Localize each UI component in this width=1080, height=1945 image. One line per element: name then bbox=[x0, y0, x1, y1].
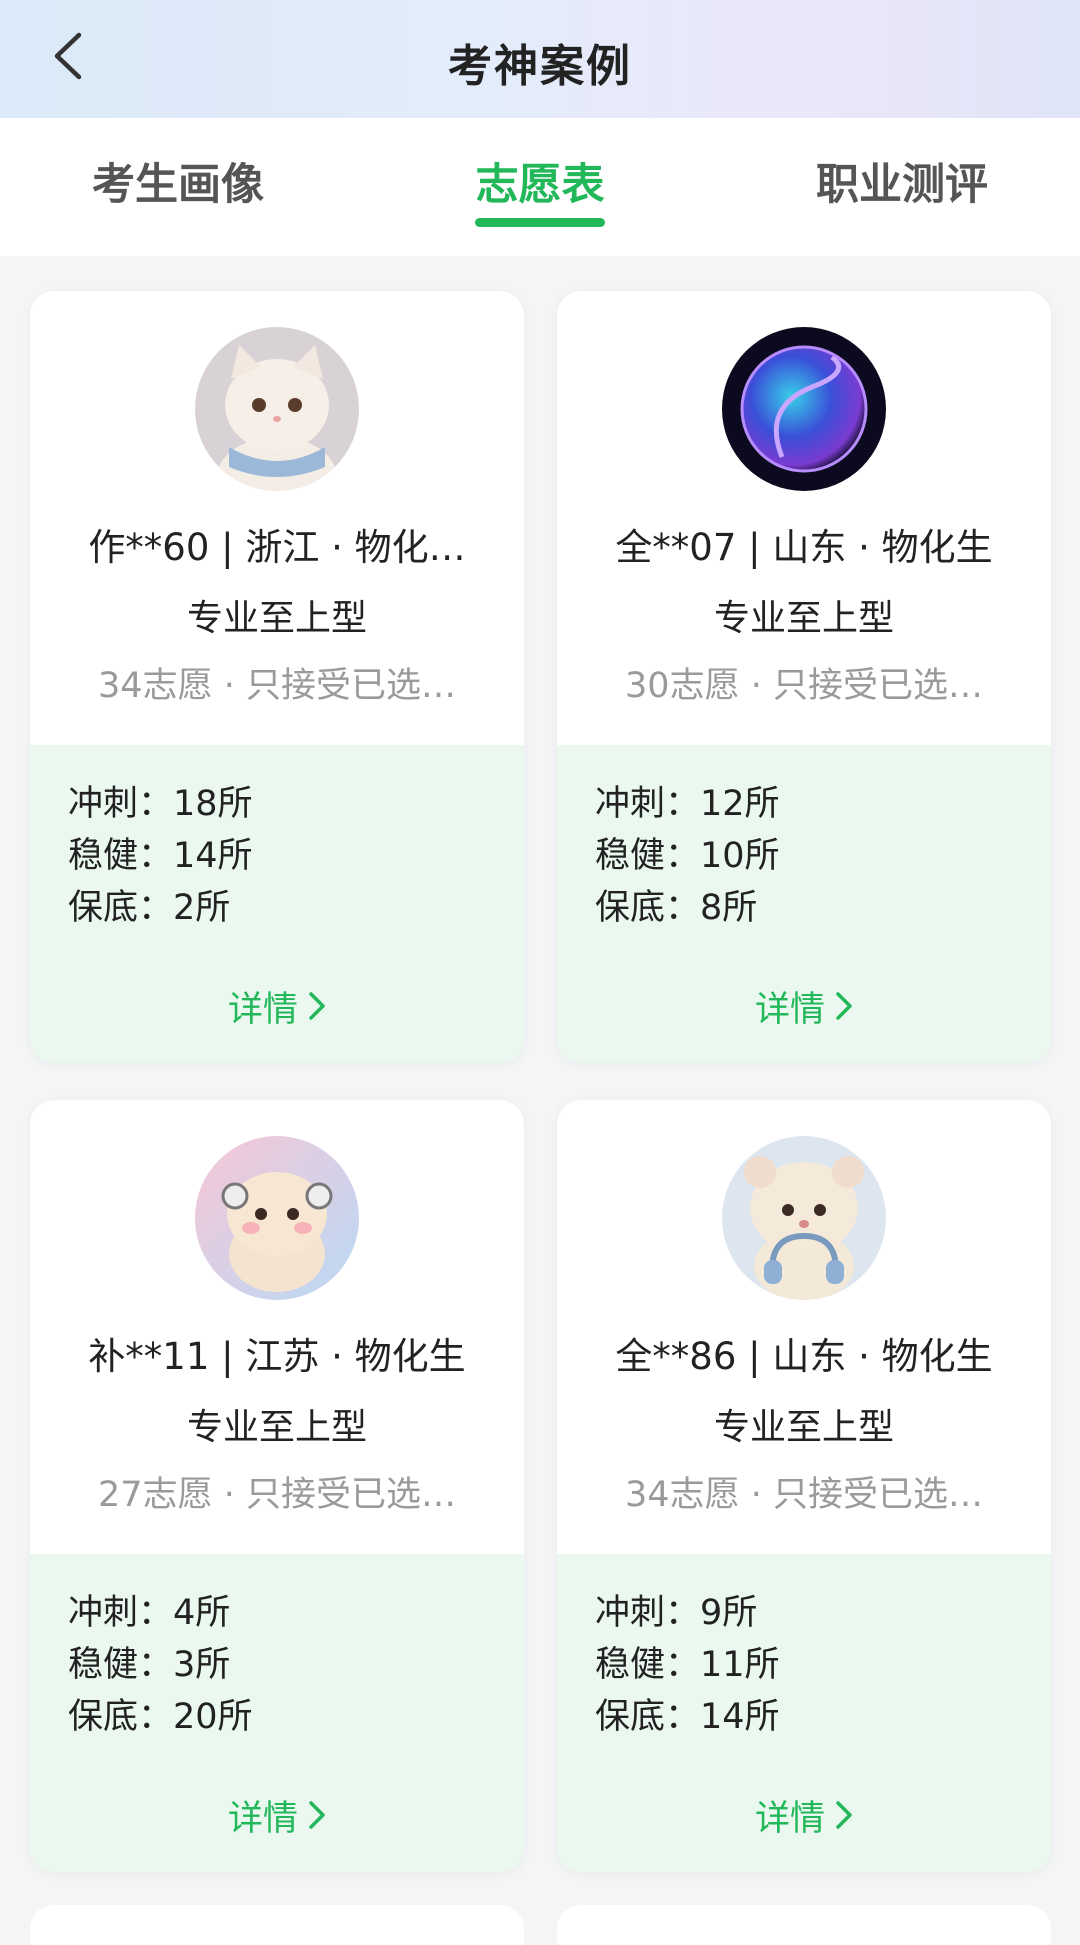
chevron-right-icon bbox=[835, 990, 853, 1030]
tab-bar: 考生画像 志愿表 职业测评 bbox=[0, 118, 1080, 256]
student-info: 补**11 | 江苏 · 物化生 bbox=[88, 1335, 466, 1378]
safety-count: 保底：2所 bbox=[68, 888, 231, 928]
match-count: 稳健：3所 bbox=[68, 1645, 231, 1685]
application-summary: 27志愿 · 只接受已选… bbox=[98, 1475, 456, 1515]
next-card-peek bbox=[30, 1905, 524, 1945]
detail-link[interactable]: 详情 bbox=[30, 981, 524, 1032]
avatar bbox=[722, 327, 886, 491]
chevron-right-icon bbox=[308, 1799, 326, 1839]
case-card[interactable]: 补**11 | 江苏 · 物化生 专业至上型 27志愿 · 只接受已选… 冲刺：… bbox=[30, 1100, 524, 1872]
avatar bbox=[195, 1136, 359, 1300]
student-info: 作**60 | 浙江 · 物化… bbox=[88, 526, 466, 569]
student-type: 专业至上型 bbox=[186, 1407, 367, 1448]
safety-count: 保底：8所 bbox=[595, 888, 758, 928]
student-type: 专业至上型 bbox=[713, 598, 894, 639]
next-card-peek bbox=[557, 1905, 1051, 1945]
detail-label: 详情 bbox=[754, 1799, 825, 1839]
student-info: 全**86 | 山东 · 物化生 bbox=[615, 1335, 993, 1378]
tab-student-profile[interactable]: 考生画像 bbox=[88, 150, 268, 212]
application-summary: 30志愿 · 只接受已选… bbox=[625, 666, 983, 706]
avatar bbox=[722, 1136, 886, 1300]
detail-label: 详情 bbox=[227, 990, 298, 1030]
detail-label: 详情 bbox=[754, 990, 825, 1030]
orb-avatar-icon bbox=[722, 327, 886, 491]
tab-application-form[interactable]: 志愿表 bbox=[450, 150, 630, 212]
bear-headphones-avatar-icon bbox=[722, 1136, 886, 1300]
stats-panel: 冲刺：18所 稳健：14所 保底：2所 详情 bbox=[30, 745, 524, 1063]
tab-career-assessment[interactable]: 职业测评 bbox=[812, 150, 992, 212]
stats-panel: 冲刺：9所 稳健：11所 保底：14所 详情 bbox=[557, 1554, 1051, 1872]
safety-count: 保底：20所 bbox=[68, 1697, 253, 1737]
stats-panel: 冲刺：4所 稳健：3所 保底：20所 详情 bbox=[30, 1554, 524, 1872]
detail-label: 详情 bbox=[227, 1799, 298, 1839]
detail-link[interactable]: 详情 bbox=[30, 1790, 524, 1841]
chevron-right-icon bbox=[835, 1799, 853, 1839]
detail-link[interactable]: 详情 bbox=[557, 981, 1051, 1032]
top-nav-bar: 考神案例 bbox=[0, 0, 1080, 118]
stats-panel: 冲刺：12所 稳健：10所 保底：8所 详情 bbox=[557, 745, 1051, 1063]
case-card[interactable]: 作**60 | 浙江 · 物化… 专业至上型 34志愿 · 只接受已选… 冲刺：… bbox=[30, 291, 524, 1063]
safety-count: 保底：14所 bbox=[595, 1697, 780, 1737]
chevron-right-icon bbox=[308, 990, 326, 1030]
hamster-avatar-icon bbox=[195, 1136, 359, 1300]
page-title: 考神案例 bbox=[448, 41, 632, 92]
case-card[interactable]: 全**07 | 山东 · 物化生 专业至上型 30志愿 · 只接受已选… 冲刺：… bbox=[557, 291, 1051, 1063]
student-type: 专业至上型 bbox=[186, 598, 367, 639]
application-summary: 34志愿 · 只接受已选… bbox=[98, 666, 456, 706]
detail-link[interactable]: 详情 bbox=[557, 1790, 1051, 1841]
reach-count: 冲刺：9所 bbox=[595, 1593, 758, 1633]
match-count: 稳健：10所 bbox=[595, 836, 780, 876]
avatar bbox=[195, 327, 359, 491]
case-card[interactable]: 全**86 | 山东 · 物化生 专业至上型 34志愿 · 只接受已选… 冲刺：… bbox=[557, 1100, 1051, 1872]
match-count: 稳健：14所 bbox=[68, 836, 253, 876]
reach-count: 冲刺：4所 bbox=[68, 1593, 231, 1633]
cat-avatar-icon bbox=[195, 327, 359, 491]
reach-count: 冲刺：12所 bbox=[595, 784, 780, 824]
application-summary: 34志愿 · 只接受已选… bbox=[625, 1475, 983, 1515]
student-info: 全**07 | 山东 · 物化生 bbox=[615, 526, 993, 569]
active-tab-indicator bbox=[475, 218, 605, 227]
match-count: 稳健：11所 bbox=[595, 1645, 780, 1685]
student-type: 专业至上型 bbox=[713, 1407, 894, 1448]
reach-count: 冲刺：18所 bbox=[68, 784, 253, 824]
